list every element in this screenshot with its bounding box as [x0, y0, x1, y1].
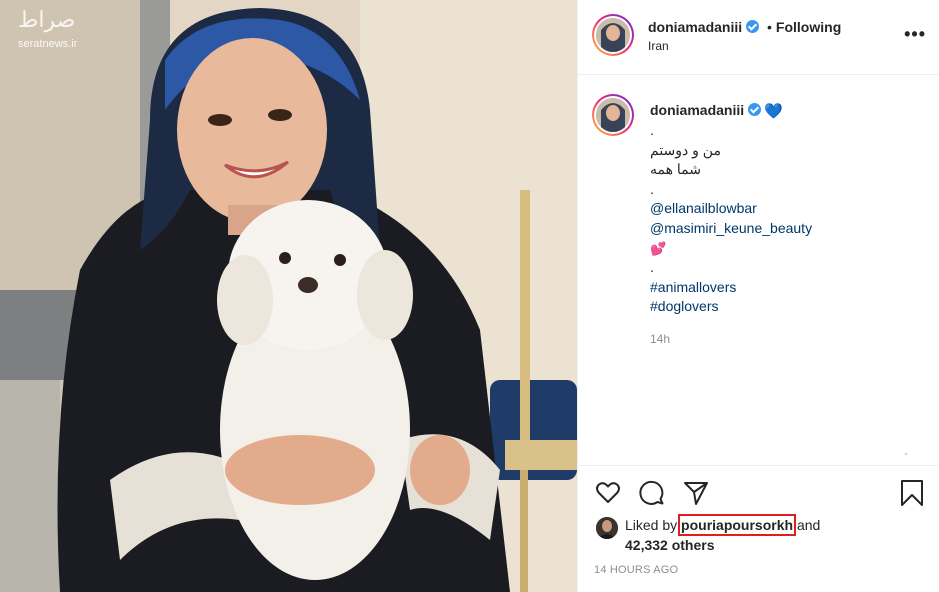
blue-heart-emoji: 💙 — [764, 103, 783, 120]
share-icon[interactable] — [682, 479, 710, 507]
caption-line: . — [650, 180, 654, 197]
caption-line-persian: من و دوستم — [650, 141, 721, 158]
avatar-picture — [596, 98, 630, 132]
author-avatar[interactable] — [592, 14, 634, 56]
comment-icon[interactable] — [638, 479, 666, 507]
bookmark-icon[interactable] — [898, 479, 926, 507]
watermark-text: seratnews.ir — [18, 38, 78, 50]
hashtag-link[interactable]: #animallovers — [650, 278, 920, 298]
post-photo[interactable]: صراط seratnews.ir — [0, 0, 577, 592]
author-username[interactable]: doniamadaniii — [648, 19, 742, 35]
bookmark-icon-graphic — [901, 480, 923, 506]
following-button[interactable]: Following — [776, 19, 841, 35]
separator-dot: • — [767, 19, 772, 35]
mention-link[interactable]: @masimiri_keune_beauty — [650, 219, 920, 239]
avatar-picture — [596, 517, 618, 539]
liker-avatar[interactable] — [596, 517, 618, 539]
caption-time: 14h — [650, 332, 671, 346]
heart-icon[interactable] — [594, 479, 622, 507]
others-count[interactable]: 42,332 others — [625, 537, 715, 553]
watermark-logo: صراط — [18, 8, 76, 33]
more-options-button[interactable]: ••• — [904, 24, 926, 45]
caption-username[interactable]: doniamadaniii — [650, 102, 744, 118]
verified-badge-icon — [748, 103, 762, 116]
liked-by-prefix: Liked by — [625, 517, 678, 533]
mention-link[interactable]: @ellanailblowbar — [650, 199, 920, 219]
liked-by-suffix: and — [796, 517, 821, 533]
post-header: doniamadaniii • Following Iran ••• — [578, 0, 939, 75]
post-sidebar: doniamadaniii • Following Iran ••• doniam… — [577, 0, 939, 592]
caption-user-line: doniamadaniii 💙 — [650, 102, 783, 120]
liked-by-line: Liked by pouriapoursorkh and — [625, 514, 821, 536]
caption-text: . من و دوستم شما همه . @ellanailblowbar … — [650, 121, 920, 317]
post-timestamp[interactable]: 14 HOURS AGO — [594, 564, 678, 576]
header-user-line: doniamadaniii • Following — [648, 19, 841, 35]
action-bar — [578, 465, 939, 515]
verified-badge-icon — [746, 20, 760, 33]
watermark: صراط seratnews.ir — [14, 8, 104, 52]
avatar-picture — [596, 18, 630, 52]
caption-line: . — [650, 259, 654, 276]
comment-icon-graphic — [639, 480, 664, 505]
caption-author-avatar[interactable] — [592, 94, 634, 136]
liker-username[interactable]: pouriapoursorkh — [678, 514, 797, 536]
scrollbar[interactable] — [905, 453, 907, 455]
caption-line: . — [650, 122, 654, 138]
two-hearts-emoji: 💕 — [650, 240, 667, 256]
paper-plane-icon — [684, 482, 708, 505]
photo-illustration — [0, 0, 577, 592]
likes-section: Liked by pouriapoursorkh and 42,332 othe… — [578, 512, 939, 557]
location-link[interactable]: Iran — [648, 39, 669, 53]
hashtag-link[interactable]: #doglovers — [650, 297, 920, 317]
caption-line-persian: شما همه — [650, 161, 701, 178]
heart-icon-graphic — [596, 482, 620, 503]
